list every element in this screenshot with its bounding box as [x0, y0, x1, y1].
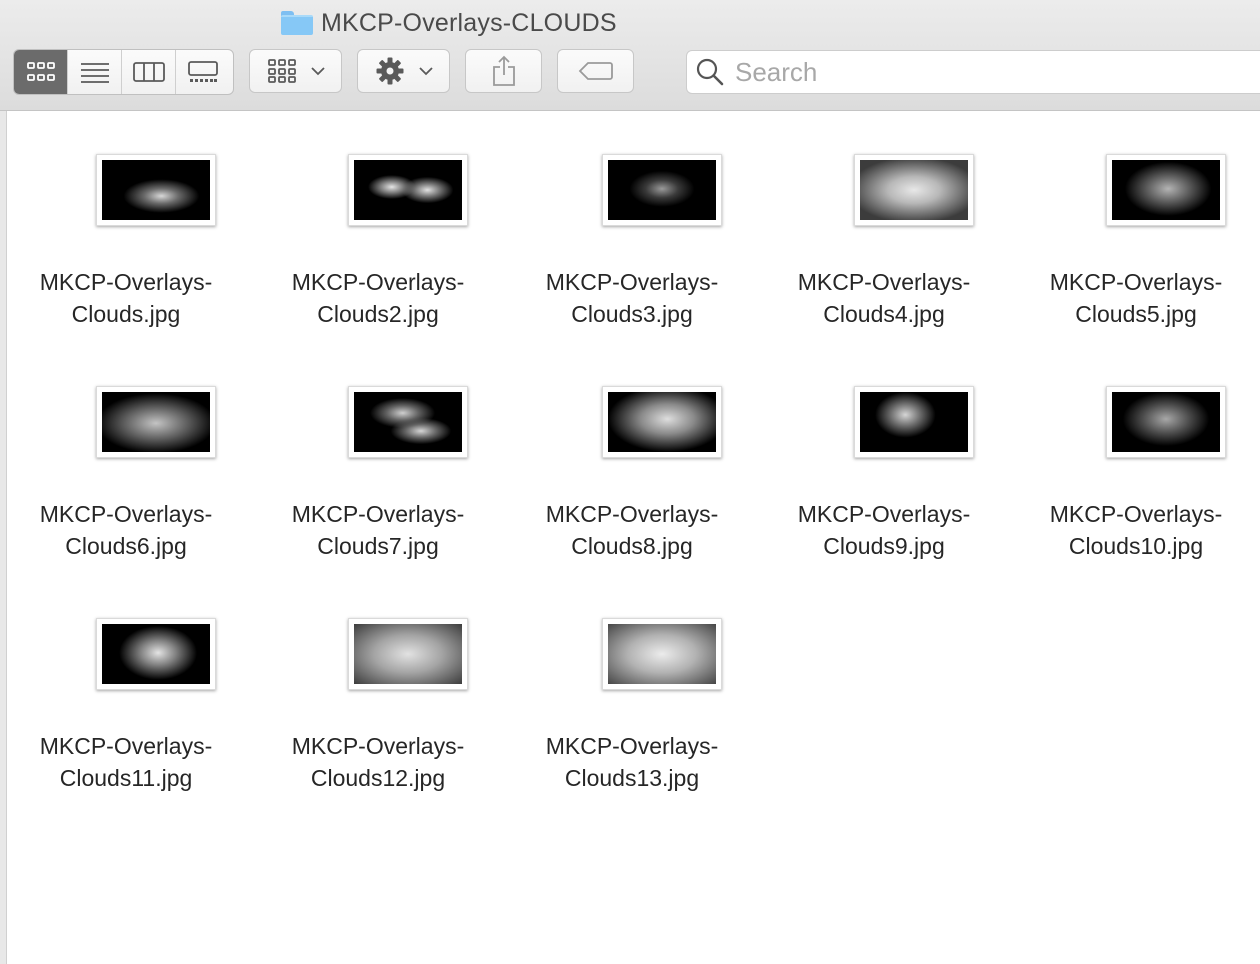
file-item[interactable]: MKCP-Overlays- Clouds.jpg	[6, 111, 246, 327]
gallery-view-button[interactable]	[176, 50, 230, 94]
file-thumbnail[interactable]	[602, 618, 722, 690]
cloud-image-preview	[102, 160, 210, 220]
file-thumbnail[interactable]	[96, 618, 216, 690]
cloud-image-preview	[860, 392, 968, 452]
chevron-down-icon	[418, 67, 433, 76]
folder-icon	[281, 11, 313, 35]
cloud-image-preview	[102, 624, 210, 684]
column-view-button[interactable]	[122, 50, 176, 94]
search-field[interactable]	[686, 50, 1260, 94]
file-name[interactable]: MKCP-Overlays- Clouds10.jpg	[986, 498, 1260, 562]
file-name-line2: Clouds5.jpg	[1075, 301, 1197, 327]
search-input[interactable]	[733, 55, 1237, 89]
window-title-text: MKCP-Overlays-CLOUDS	[321, 8, 617, 37]
gallery-view-icon	[188, 61, 218, 82]
tag-icon	[578, 62, 613, 80]
file-item[interactable]: MKCP-Overlays- Clouds4.jpg	[764, 111, 1004, 327]
file-thumbnail[interactable]	[854, 386, 974, 458]
file-item[interactable]: MKCP-Overlays- Clouds8.jpg	[512, 343, 752, 559]
share-icon	[492, 55, 515, 86]
action-button[interactable]	[357, 49, 450, 93]
file-thumbnail[interactable]	[348, 154, 468, 226]
cloud-image-preview	[608, 160, 716, 220]
file-name-line2: Clouds13.jpg	[564, 765, 700, 791]
search-icon	[696, 58, 724, 86]
gear-icon	[376, 57, 403, 85]
file-item[interactable]: MKCP-Overlays- Clouds2.jpg	[258, 111, 498, 327]
cloud-image-preview	[354, 624, 462, 684]
cloud-image-preview	[1112, 160, 1220, 220]
file-item[interactable]: MKCP-Overlays- Clouds12.jpg	[258, 575, 498, 791]
file-item[interactable]: MKCP-Overlays- Clouds9.jpg	[764, 343, 1004, 559]
cloud-image-preview	[354, 392, 462, 452]
list-view-button[interactable]	[68, 50, 122, 94]
column-view-icon	[132, 62, 165, 82]
file-name-line1: MKCP-Overlays-	[1049, 269, 1223, 295]
window-toolbar: MKCP-Overlays-CLOUDS	[0, 0, 1260, 111]
cloud-image-preview	[102, 392, 210, 452]
file-thumbnail[interactable]	[348, 386, 468, 458]
file-thumbnail[interactable]	[1106, 154, 1226, 226]
chevron-down-icon	[310, 67, 325, 76]
file-thumbnail[interactable]	[854, 154, 974, 226]
file-thumbnail[interactable]	[96, 386, 216, 458]
share-button[interactable]	[465, 49, 542, 93]
file-name[interactable]: MKCP-Overlays- Clouds5.jpg	[986, 266, 1260, 330]
cloud-image-preview	[608, 392, 716, 452]
file-name[interactable]: MKCP-Overlays- Clouds13.jpg	[482, 730, 782, 794]
file-name-line2: Clouds10.jpg	[1068, 533, 1204, 559]
file-item[interactable]: MKCP-Overlays- Clouds13.jpg	[512, 575, 752, 791]
list-view-icon	[80, 63, 109, 83]
group-icon	[267, 59, 296, 83]
file-item[interactable]: MKCP-Overlays- Clouds5.jpg	[1016, 111, 1256, 327]
cloud-image-preview	[608, 624, 716, 684]
file-name-line1: MKCP-Overlays-	[1049, 501, 1223, 527]
cloud-image-preview	[354, 160, 462, 220]
file-item[interactable]: MKCP-Overlays- Clouds11.jpg	[6, 575, 246, 791]
file-item[interactable]: MKCP-Overlays- Clouds6.jpg	[6, 343, 246, 559]
file-thumbnail[interactable]	[96, 154, 216, 226]
file-item[interactable]: MKCP-Overlays- Clouds10.jpg	[1016, 343, 1256, 559]
icon-view-icon	[26, 62, 55, 81]
file-item[interactable]: MKCP-Overlays- Clouds3.jpg	[512, 111, 752, 327]
group-by-button[interactable]	[249, 49, 342, 93]
window-title: MKCP-Overlays-CLOUDS	[281, 8, 617, 38]
file-item[interactable]: MKCP-Overlays- Clouds7.jpg	[258, 343, 498, 559]
file-name-line1: MKCP-Overlays-	[545, 733, 719, 759]
cloud-image-preview	[860, 160, 968, 220]
file-thumbnail[interactable]	[348, 618, 468, 690]
file-grid: MKCP-Overlays- Clouds.jpg MKCP-Overlays- Cl…	[6, 111, 1260, 964]
icon-view-button[interactable]	[14, 50, 68, 94]
tags-button[interactable]	[557, 49, 634, 93]
file-thumbnail[interactable]	[602, 386, 722, 458]
view-mode-control	[13, 49, 234, 95]
cloud-image-preview	[1112, 392, 1220, 452]
file-thumbnail[interactable]	[1106, 386, 1226, 458]
file-thumbnail[interactable]	[602, 154, 722, 226]
